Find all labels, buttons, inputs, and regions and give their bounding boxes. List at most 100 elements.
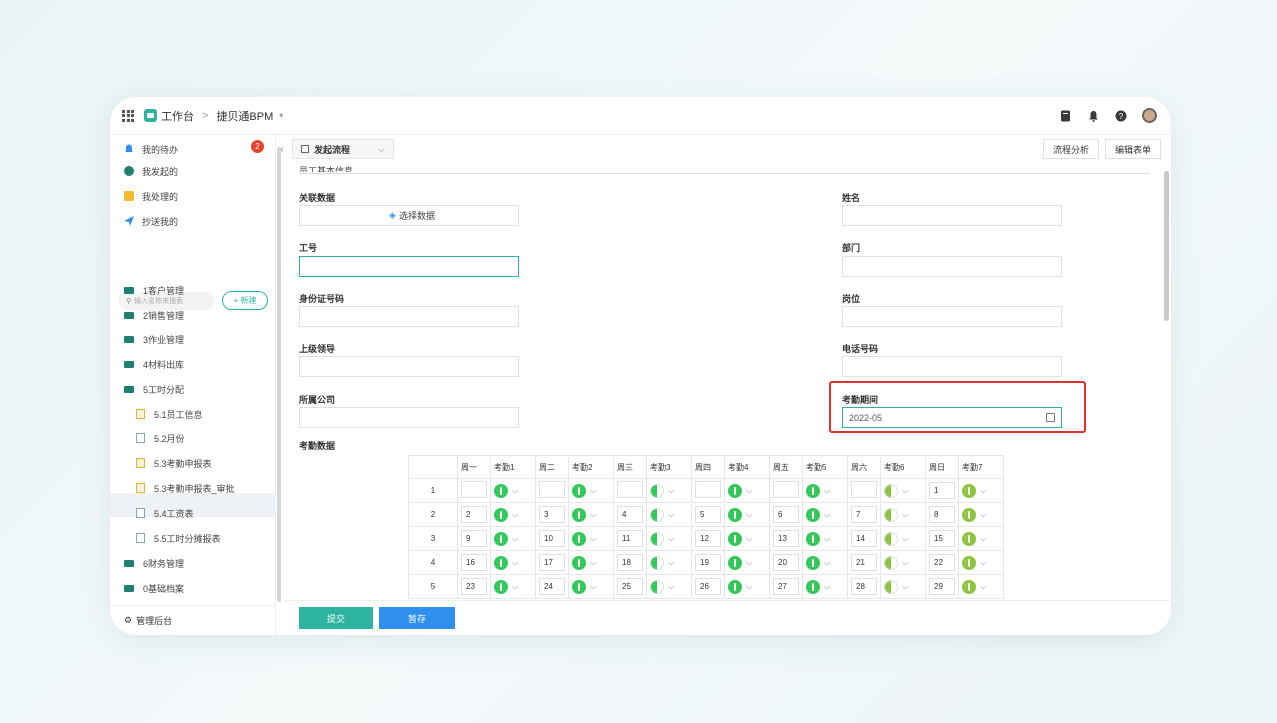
day-number-field[interactable]: 4 xyxy=(617,506,643,523)
day-number-field[interactable]: 11 xyxy=(617,530,643,547)
attendance-select[interactable]: ⌵ xyxy=(572,555,610,570)
attendance-select[interactable]: ⌵ xyxy=(728,579,766,594)
day-number-field[interactable]: 2 xyxy=(461,506,487,523)
attendance-select[interactable]: ⌵ xyxy=(884,531,922,546)
attendance-select[interactable]: ⌵ xyxy=(494,579,532,594)
new-button[interactable]: + 新建 xyxy=(222,291,268,310)
attendance-select[interactable]: ⌵ xyxy=(806,579,844,594)
position-field[interactable] xyxy=(842,306,1062,327)
day-number-field[interactable]: 27 xyxy=(773,578,799,595)
day-number-field[interactable]: 22 xyxy=(929,554,955,571)
tree-item-5-2[interactable]: 5.2月份 xyxy=(136,429,185,447)
day-number-field[interactable]: 13 xyxy=(773,530,799,547)
tree-item-5-3[interactable]: 5.3考勤申报表 xyxy=(136,454,212,472)
attendance-select[interactable]: ⌵ xyxy=(806,555,844,570)
submit-button[interactable]: 提交 xyxy=(299,607,373,629)
day-number-field[interactable]: 25 xyxy=(617,578,643,595)
day-number-field[interactable]: 28 xyxy=(851,578,877,595)
day-number-field[interactable] xyxy=(461,481,487,498)
breadcrumb-workspace[interactable]: 工作台 xyxy=(161,108,194,124)
breadcrumb-app[interactable]: 捷贝通BPM xyxy=(216,108,273,124)
attendance-select[interactable]: ⌵ xyxy=(572,579,610,594)
day-number-field[interactable] xyxy=(617,481,643,498)
apps-grid-icon[interactable] xyxy=(122,109,134,122)
attendance-select[interactable]: ⌵ xyxy=(806,531,844,546)
phone-field[interactable] xyxy=(842,356,1062,377)
supervisor-field[interactable] xyxy=(299,356,519,377)
attendance-select[interactable]: ⌵ xyxy=(728,531,766,546)
day-number-field[interactable]: 9 xyxy=(461,530,487,547)
tree-item-5-4[interactable]: 5.4工资表 xyxy=(136,504,194,522)
attendance-select[interactable]: ⌵ xyxy=(494,531,532,546)
attendance-select[interactable]: ⌵ xyxy=(884,579,922,594)
sidebar-item-initiated[interactable]: 我发起的 xyxy=(124,162,178,180)
attendance-select[interactable]: ⌵ xyxy=(494,507,532,522)
tree-item-2[interactable]: 2销售管理 xyxy=(124,306,184,324)
attendance-select[interactable]: ⌵ xyxy=(572,531,610,546)
day-number-field[interactable]: 18 xyxy=(617,554,643,571)
tree-item-3[interactable]: 3作业管理 xyxy=(124,330,184,348)
select-data-button[interactable]: ◈ 选择数据 xyxy=(299,205,519,226)
day-number-field[interactable] xyxy=(539,481,565,498)
department-field[interactable] xyxy=(842,256,1062,277)
attendance-select[interactable]: ⌵ xyxy=(884,555,922,570)
day-number-field[interactable]: 6 xyxy=(773,506,799,523)
day-number-field[interactable]: 12 xyxy=(695,530,721,547)
day-number-field[interactable]: 5 xyxy=(695,506,721,523)
main-scrollbar[interactable] xyxy=(1164,171,1169,321)
tree-item-5-5[interactable]: 5.5工时分摊报表 xyxy=(136,529,221,547)
day-number-field[interactable]: 8 xyxy=(929,506,955,523)
tree-item-5-3-approval[interactable]: 5.3考勤申报表_审批 xyxy=(136,479,235,497)
tree-item-5-1[interactable]: 5.1员工信息 xyxy=(136,405,203,423)
day-number-field[interactable]: 1 xyxy=(929,482,955,499)
attendance-select[interactable]: ⌵ xyxy=(728,555,766,570)
edit-form-button[interactable]: 编辑表单 xyxy=(1105,139,1161,159)
attendance-select[interactable]: ⌵ xyxy=(650,507,688,522)
day-number-field[interactable] xyxy=(695,481,721,498)
attendance-select[interactable]: ⌵ xyxy=(572,483,610,498)
day-number-field[interactable]: 7 xyxy=(851,506,877,523)
tree-item-6[interactable]: 6财务管理 xyxy=(124,554,184,572)
flow-analysis-button[interactable]: 流程分析 xyxy=(1043,139,1099,159)
id-card-field[interactable] xyxy=(299,306,519,327)
company-field[interactable] xyxy=(299,407,519,428)
day-number-field[interactable]: 21 xyxy=(851,554,877,571)
sidebar-item-my-todo[interactable]: 我的待办 xyxy=(124,140,178,158)
attendance-select[interactable]: ⌵ xyxy=(962,507,1000,522)
sidebar-item-handled[interactable]: 我处理的 xyxy=(124,187,178,205)
day-number-field[interactable] xyxy=(773,481,799,498)
day-number-field[interactable]: 26 xyxy=(695,578,721,595)
help-icon[interactable]: ? xyxy=(1114,109,1128,123)
attendance-select[interactable]: ⌵ xyxy=(962,555,1000,570)
day-number-field[interactable]: 19 xyxy=(695,554,721,571)
attendance-select[interactable]: ⌵ xyxy=(806,483,844,498)
attendance-select[interactable]: ⌵ xyxy=(650,483,688,498)
attendance-select[interactable]: ⌵ xyxy=(962,483,1000,498)
name-field[interactable] xyxy=(842,205,1062,226)
attendance-select[interactable]: ⌵ xyxy=(728,483,766,498)
tree-item-1[interactable]: 1客户管理 xyxy=(124,281,184,299)
tree-item-4[interactable]: 4材料出库 xyxy=(124,355,184,373)
bell-icon[interactable] xyxy=(1086,109,1100,123)
day-number-field[interactable]: 20 xyxy=(773,554,799,571)
attendance-select[interactable]: ⌵ xyxy=(494,555,532,570)
day-number-field[interactable]: 29 xyxy=(929,578,955,595)
attendance-select[interactable]: ⌵ xyxy=(884,507,922,522)
day-number-field[interactable]: 15 xyxy=(929,530,955,547)
day-number-field[interactable]: 10 xyxy=(539,530,565,547)
sidebar-scrollbar[interactable] xyxy=(277,147,281,602)
attendance-select[interactable]: ⌵ xyxy=(572,507,610,522)
attendance-select[interactable]: ⌵ xyxy=(728,507,766,522)
attendance-select[interactable]: ⌵ xyxy=(494,483,532,498)
tab-start-process[interactable]: 发起流程 ⌵ xyxy=(292,139,394,159)
save-draft-button[interactable]: 暂存 xyxy=(379,607,455,629)
app-switch-caret-icon[interactable]: ▾ xyxy=(279,111,283,120)
tree-item-5[interactable]: 5工时分配 xyxy=(124,380,184,398)
attendance-select[interactable]: ⌵ xyxy=(650,555,688,570)
user-avatar[interactable] xyxy=(1142,108,1157,123)
attendance-select[interactable]: ⌵ xyxy=(884,483,922,498)
admin-link[interactable]: ⚙ 管理后台 xyxy=(110,605,276,635)
day-number-field[interactable]: 14 xyxy=(851,530,877,547)
notebook-icon[interactable] xyxy=(1058,109,1072,123)
chevron-down-icon[interactable]: ⌵ xyxy=(378,144,385,155)
